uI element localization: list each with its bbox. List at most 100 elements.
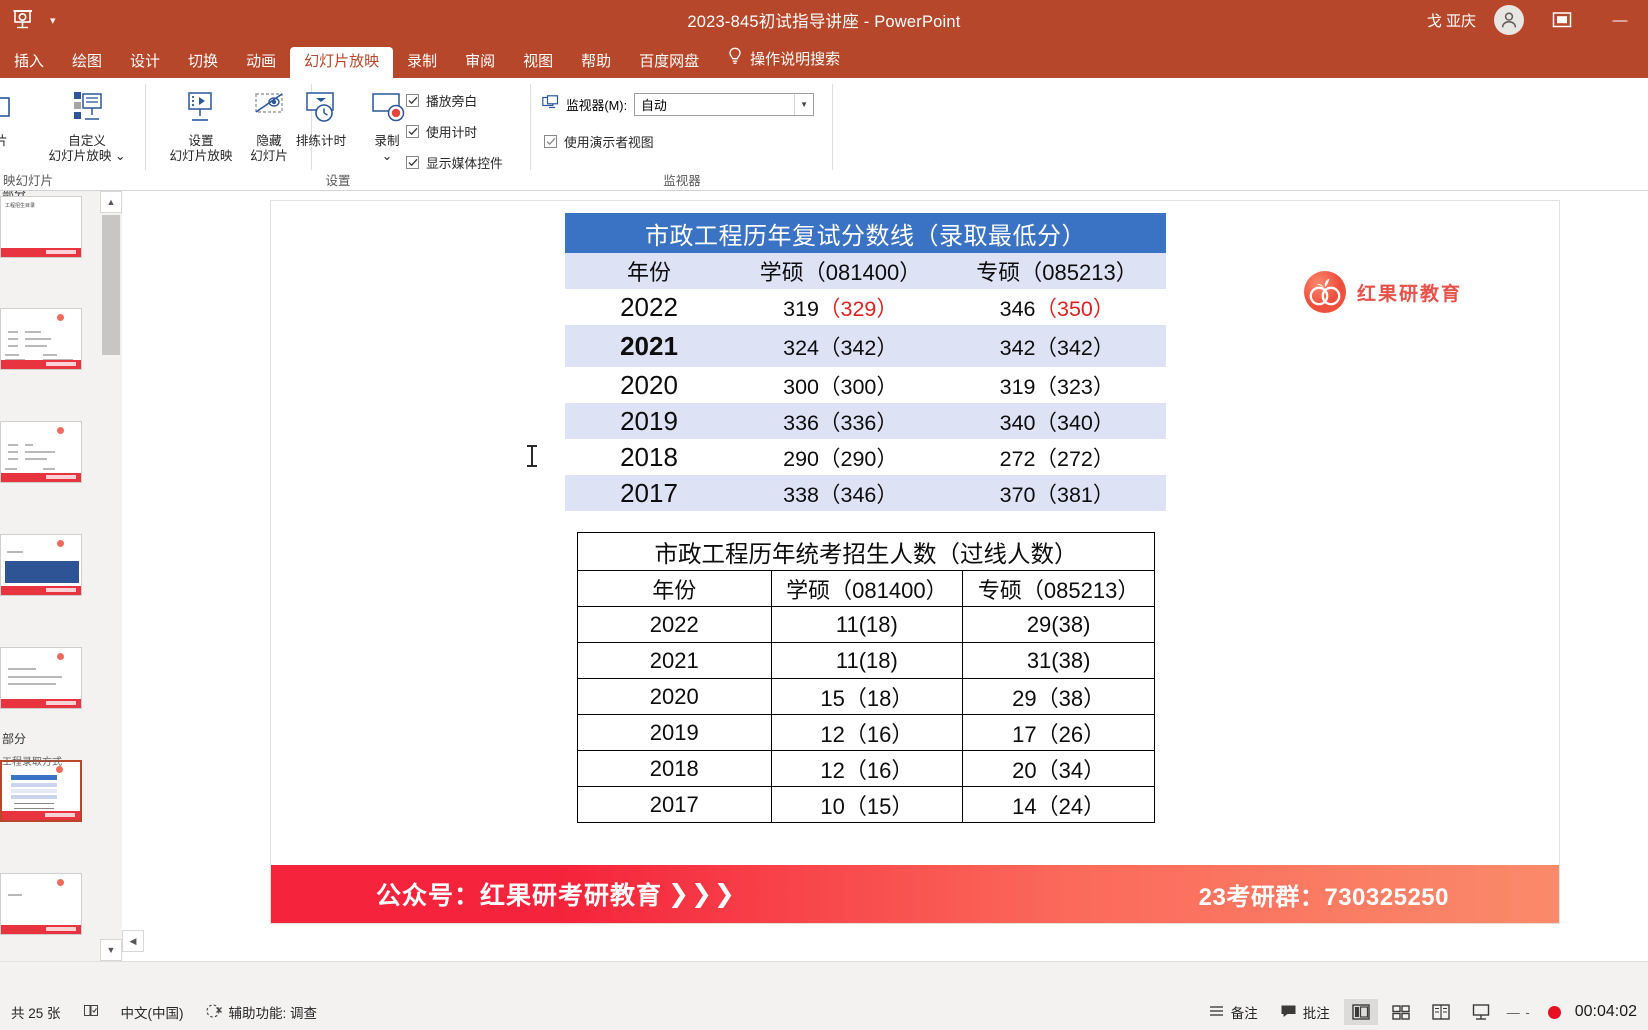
table-row: 2021 11(18) 31(38) [577,642,1155,679]
chevron-right-icons: ❯❯❯ [668,880,737,908]
side-note-bottom: 工程录取方式 [2,757,62,768]
score-academic-2017: 338（346） [733,475,948,511]
list-item[interactable] [0,873,82,935]
list-item[interactable] [0,421,82,483]
score-professional-base: 272 [999,446,1036,471]
accessibility-label: 辅助功能: 调查 [228,1006,318,1021]
minimize-button[interactable]: — [1600,0,1640,40]
checkbox-use-timings[interactable]: 使用计时 [406,122,477,141]
notes-label: 备注 [1230,1006,1258,1021]
view-slideshow-button[interactable] [1464,999,1498,1025]
tab-help[interactable]: 帮助 [567,47,625,78]
thumb-footer-band [1,360,81,369]
side-note-top: 部分 [2,732,27,746]
ribbon-group-start-show: 灯片 自定义 幻灯片放映 ⌄ [0,78,148,191]
account-name[interactable]: 戈 亚庆 [1427,10,1476,31]
chevron-down-icon[interactable]: ▼ [794,94,813,115]
checkbox-presenter-view[interactable]: 使用演示者视图 [544,132,654,151]
monitor-select[interactable]: 自动 ▼ [634,93,815,116]
count-year-2017: 2017 [577,786,772,823]
score-col-year: 年份 [565,253,733,289]
chevron-left-icon[interactable]: ◀ [122,930,144,952]
scrollbar-track[interactable] [144,930,1648,952]
count-academic-2018: 12（16） [770,750,964,787]
tell-me-search[interactable]: 操作说明搜索 [713,40,850,78]
notes-button[interactable]: 备注 [1197,1002,1269,1022]
score-academic-paren: （290） [819,446,898,471]
list-item-selected[interactable] [0,760,82,822]
list-item[interactable] [0,647,82,709]
tab-view[interactable]: 视图 [509,47,567,78]
tab-baidu-netdisk[interactable]: 百度网盘 [625,47,713,78]
score-academic-base: 324 [783,335,819,360]
comments-button[interactable]: 批注 [1269,1002,1341,1022]
list-item[interactable] [0,308,82,370]
avatar[interactable] [1494,5,1524,35]
accessibility-button[interactable]: 辅助功能: 调查 [195,1002,329,1022]
chevron-down-icon[interactable]: ▼ [100,939,122,961]
setup-slideshow-icon [179,86,223,130]
view-reading-button[interactable] [1424,999,1458,1025]
thumb-footer-band [1,586,81,595]
tab-record[interactable]: 录制 [393,47,451,78]
score-academic-base: 336 [783,410,819,435]
scrollbar-thumb[interactable] [102,215,120,355]
slide-canvas-area[interactable]: 红果研教育 市政工程历年复试分数线（录取最低分） 年份 学硕（081400） 专… [122,191,1648,961]
tab-slideshow[interactable]: 幻灯片放映 [290,47,394,78]
presentation-icon[interactable] [10,7,36,33]
tab-animations[interactable]: 动画 [232,47,290,78]
table-row: 2020 15（18） 29（38） [577,678,1155,715]
slide-thumbnail-pane[interactable]: 映幻灯片 部分 工程招生目录 [0,191,100,961]
chevron-up-icon[interactable]: ▲ [100,191,122,213]
tab-draw[interactable]: 绘图 [58,47,116,78]
checkbox-play-narrations[interactable]: 播放旁白 [406,91,477,110]
table-row: 市政工程历年复试分数线（录取最低分） [565,213,1166,253]
custom-slideshow-button[interactable]: 自定义 幻灯片放映 ⌄ [44,86,130,164]
from-beginning-button[interactable]: 灯片 [0,86,38,149]
document-title: 2023-845初试指导讲座 - PowerPoint [687,13,961,31]
count-col-year: 年份 [577,570,772,607]
qat-more-button[interactable]: ▾ [50,14,56,27]
list-item[interactable] [0,534,82,596]
score-professional-2018: 272（272） [948,439,1166,475]
tab-insert[interactable]: 插入 [0,47,58,78]
tab-review[interactable]: 审阅 [451,47,509,78]
score-professional-paren: （381） [1035,482,1115,507]
tab-design[interactable]: 设计 [116,47,174,78]
score-professional-paren: （340） [1035,410,1115,435]
table-row: 2018 290（290） 272（272） [565,439,1166,475]
slide-footer-left: 公众号：红果研考研教育 ❯❯❯ [376,876,737,912]
custom-slideshow-icon [65,86,109,130]
score-academic-paren: （336） [819,410,898,435]
checkbox-play-narrations-label: 播放旁白 [426,94,478,109]
tell-me-label: 操作说明搜索 [750,50,841,68]
canvas-horizontal-scrollbar[interactable]: ◀ [122,930,1648,952]
view-slide-sorter-button[interactable] [1384,999,1418,1025]
record-slideshow-label-1: 录制 [374,134,400,148]
slide-surface[interactable]: 红果研教育 市政工程历年复试分数线（录取最低分） 年份 学硕（081400） 专… [270,200,1560,924]
thumb-logo-dot [57,653,64,660]
list-item[interactable]: 工程招生目录 [0,196,82,258]
zoom-out-icon[interactable]: — - [1501,1005,1537,1020]
language-indicator[interactable]: 中文(中国) [110,1002,195,1022]
score-table-title: 市政工程历年复试分数线（录取最低分） [565,213,1166,253]
tab-transitions[interactable]: 切换 [174,47,232,78]
thumbnail-scrollbar[interactable]: ▲ ▼ [100,191,122,961]
slide-footer-right-text: 23考研群：730325250 [1198,883,1449,911]
count-table: 市政工程历年统考招生人数（过线人数） 年份 学硕（081400） 专硕（0852… [577,532,1155,823]
ribbon-display-options-icon[interactable] [1542,0,1582,40]
table-row: 2020 300（300） 319（323） [565,367,1166,403]
monitor-label: 监视器(M): [566,98,628,113]
score-year-2018: 2018 [565,439,733,475]
rehearse-timings-label: 排练计时 [295,134,347,148]
checkmark-icon [544,135,557,148]
count-professional-2021: 31(38) [962,642,1155,679]
score-academic-paren: （329） [819,296,898,321]
text-cursor-icon [527,445,537,467]
ribbon-group-monitors-label: 监视器 [663,174,701,188]
score-professional-base: 346 [999,296,1036,321]
setup-slideshow-label-2: 幻灯片放映 [169,148,233,163]
score-year-2020: 2020 [565,367,733,403]
spellcheck-button[interactable] [72,1003,110,1021]
view-normal-button[interactable] [1343,999,1378,1025]
